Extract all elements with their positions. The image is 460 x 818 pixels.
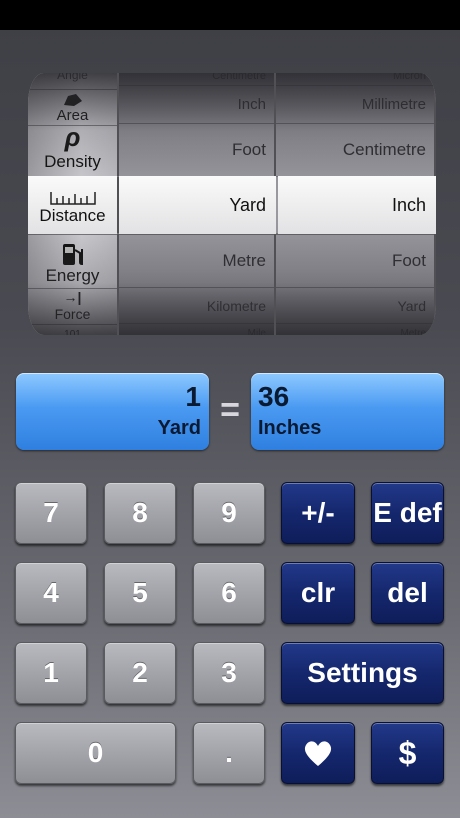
category-row-next[interactable]: 101 <box>28 324 117 335</box>
ruler-icon <box>49 184 97 206</box>
input-value-display[interactable]: 1 Yard <box>16 373 209 450</box>
category-row-energy[interactable]: Energy <box>28 234 117 288</box>
settings-button[interactable]: Settings <box>281 642 444 704</box>
status-bar <box>0 0 460 30</box>
key-3[interactable]: 3 <box>193 642 265 704</box>
e-def-button[interactable]: E def <box>371 482 444 544</box>
to-row[interactable]: Micron <box>276 73 434 85</box>
category-row-area[interactable]: Area <box>28 89 117 125</box>
favorite-button[interactable] <box>281 722 355 784</box>
from-row[interactable]: Kilometre <box>119 287 274 323</box>
selected-from-unit[interactable]: Yard <box>119 176 276 234</box>
key-4[interactable]: 4 <box>15 562 87 624</box>
to-row[interactable]: Centimetre <box>276 123 434 176</box>
plus-minus-button[interactable]: +/- <box>281 482 355 544</box>
density-icon: ρ <box>64 122 81 152</box>
category-row-density[interactable]: ρ Density <box>28 122 117 176</box>
key-6[interactable]: 6 <box>193 562 265 624</box>
to-row[interactable]: Yard <box>276 287 434 323</box>
fuel-pump-icon <box>60 239 86 267</box>
key-7[interactable]: 7 <box>15 482 87 544</box>
selected-to-unit[interactable]: Inch <box>278 176 436 234</box>
from-row[interactable]: Centimetre <box>119 73 274 85</box>
key-5[interactable]: 5 <box>104 562 176 624</box>
key-1[interactable]: 1 <box>15 642 87 704</box>
key-8[interactable]: 8 <box>104 482 176 544</box>
purchase-button[interactable]: $ <box>371 722 444 784</box>
from-row[interactable]: Mile <box>119 323 274 335</box>
delete-button[interactable]: del <box>371 562 444 624</box>
to-row[interactable]: Foot <box>276 234 434 287</box>
output-value-display[interactable]: 36 Inches <box>251 373 444 450</box>
selected-category[interactable]: Distance <box>28 176 117 234</box>
key-2[interactable]: 2 <box>104 642 176 704</box>
from-row[interactable]: Foot <box>119 123 274 176</box>
from-row[interactable]: Metre <box>119 234 274 287</box>
to-row[interactable]: Metre <box>276 323 434 335</box>
clear-button[interactable]: clr <box>281 562 355 624</box>
arrow-bar-icon: →| <box>63 288 82 305</box>
category-row-force[interactable]: →| Force <box>28 288 117 324</box>
output-value: 36 <box>258 381 290 412</box>
key-9[interactable]: 9 <box>193 482 265 544</box>
input-value: 1 <box>185 381 201 412</box>
key-0[interactable]: 0 <box>15 722 176 784</box>
input-unit: Yard <box>157 417 201 439</box>
category-row-angle[interactable]: Angle <box>28 73 117 89</box>
from-row[interactable]: Inch <box>119 85 274 123</box>
area-icon <box>62 91 84 107</box>
unit-picker[interactable]: Angle Area ρ Density Energy →| Force 101… <box>28 73 436 335</box>
output-unit: Inches <box>258 417 322 439</box>
heart-icon <box>304 741 332 766</box>
equals-sign: = <box>220 391 240 429</box>
key-decimal[interactable]: . <box>193 722 265 784</box>
to-row[interactable]: Millimetre <box>276 85 434 123</box>
